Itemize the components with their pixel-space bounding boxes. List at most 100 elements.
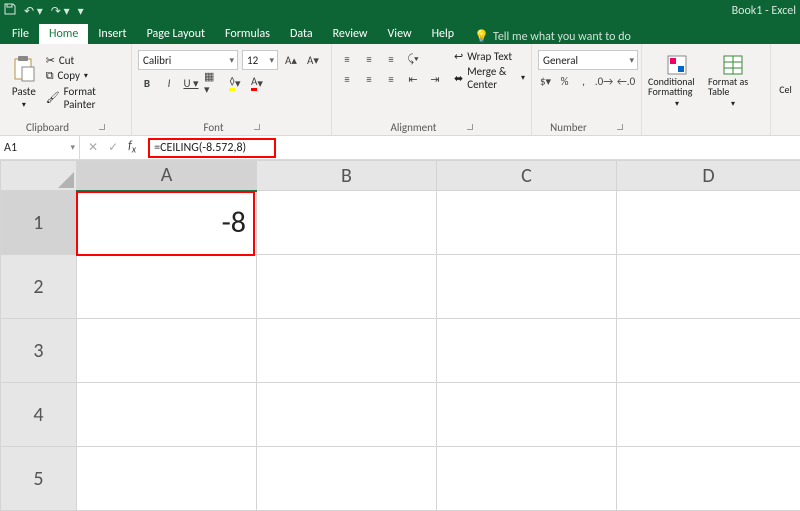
- tab-help[interactable]: Help: [422, 24, 465, 44]
- bold-button[interactable]: B: [138, 74, 156, 92]
- tab-page-layout[interactable]: Page Layout: [137, 24, 215, 44]
- cell-b3[interactable]: [257, 319, 437, 383]
- tab-home[interactable]: Home: [39, 24, 88, 44]
- col-header-c[interactable]: C: [437, 161, 617, 191]
- tab-review[interactable]: Review: [323, 24, 378, 44]
- formula-bar: A1 ✕ ✓ fx =CEILING(-8.572,8): [0, 136, 800, 160]
- format-as-table-button[interactable]: Format as Table ▾: [708, 46, 758, 118]
- align-bottom-icon[interactable]: ≡: [382, 50, 400, 68]
- cell-a5[interactable]: [77, 447, 257, 511]
- align-left-icon[interactable]: ≡: [338, 70, 356, 88]
- cell-c5[interactable]: [437, 447, 617, 511]
- cell-b4[interactable]: [257, 383, 437, 447]
- cell-a2[interactable]: [77, 255, 257, 319]
- tab-file[interactable]: File: [2, 24, 39, 44]
- group-clipboard: Paste ▾ ✂Cut ⧉Copy▾ 🖌Format Painter Clip…: [0, 44, 132, 135]
- cell-styles-partial[interactable]: Cel: [770, 44, 800, 135]
- conditional-formatting-button[interactable]: Conditional Formatting ▾: [648, 46, 706, 118]
- select-all-corner[interactable]: [1, 161, 77, 191]
- align-center-icon[interactable]: ≡: [360, 70, 378, 88]
- format-painter-button[interactable]: 🖌Format Painter: [46, 85, 125, 111]
- font-color-button[interactable]: A▾: [248, 74, 266, 92]
- tab-view[interactable]: View: [378, 24, 422, 44]
- launcher-icon[interactable]: [254, 124, 260, 130]
- cut-label: Cut: [59, 54, 74, 67]
- paste-icon: [12, 55, 36, 83]
- format-as-table-label: Format as Table: [708, 77, 758, 97]
- tell-me[interactable]: 💡 Tell me what you want to do: [474, 29, 631, 44]
- cell-b2[interactable]: [257, 255, 437, 319]
- cell-d1[interactable]: [617, 191, 800, 255]
- col-header-b[interactable]: B: [257, 161, 437, 191]
- align-right-icon[interactable]: ≡: [382, 70, 400, 88]
- name-box[interactable]: A1: [0, 136, 80, 159]
- cut-button[interactable]: ✂Cut: [46, 54, 125, 67]
- enter-icon[interactable]: ✓: [108, 140, 118, 155]
- formula-input[interactable]: =CEILING(-8.572,8): [144, 136, 800, 159]
- cell-b5[interactable]: [257, 447, 437, 511]
- launcher-icon[interactable]: [617, 124, 623, 130]
- redo-icon[interactable]: ↷ ▾: [51, 4, 70, 19]
- cell-c3[interactable]: [437, 319, 617, 383]
- cancel-icon[interactable]: ✕: [88, 140, 98, 155]
- launcher-icon[interactable]: [467, 124, 473, 130]
- increase-decimal-icon[interactable]: .0→: [595, 72, 613, 90]
- percent-icon[interactable]: %: [557, 72, 572, 90]
- copy-icon: ⧉: [46, 69, 54, 83]
- cell-c2[interactable]: [437, 255, 617, 319]
- cell-d2[interactable]: [617, 255, 800, 319]
- currency-icon[interactable]: $▾: [538, 72, 553, 90]
- tab-formulas[interactable]: Formulas: [215, 24, 280, 44]
- fill-color-button[interactable]: ◊▾: [226, 74, 244, 92]
- merge-center-button[interactable]: ⬌Merge & Center▾: [454, 65, 525, 91]
- align-top-icon[interactable]: ≡: [338, 50, 356, 68]
- row-header-4[interactable]: 4: [1, 383, 77, 447]
- cell-c4[interactable]: [437, 383, 617, 447]
- conditional-label: Conditional Formatting: [648, 77, 706, 97]
- increase-font-icon[interactable]: A▴: [282, 51, 300, 69]
- cell-b1[interactable]: [257, 191, 437, 255]
- cell-a1[interactable]: -8: [77, 191, 257, 255]
- row-header-5[interactable]: 5: [1, 447, 77, 511]
- font-family-dropdown[interactable]: Calibri: [138, 50, 238, 70]
- qat-customize-icon[interactable]: ▾: [78, 4, 84, 19]
- col-header-a[interactable]: A: [77, 161, 257, 191]
- decrease-font-icon[interactable]: A▾: [304, 51, 322, 69]
- cell-a4[interactable]: [77, 383, 257, 447]
- cell-d3[interactable]: [617, 319, 800, 383]
- launcher-icon[interactable]: [99, 124, 105, 130]
- decrease-decimal-icon[interactable]: ←.0: [617, 72, 635, 90]
- col-header-d[interactable]: D: [617, 161, 800, 191]
- bulb-icon: 💡: [474, 29, 489, 44]
- number-format-dropdown[interactable]: General: [538, 50, 638, 70]
- row-header-3[interactable]: 3: [1, 319, 77, 383]
- save-icon[interactable]: [4, 3, 16, 19]
- cell-d4[interactable]: [617, 383, 800, 447]
- underline-button[interactable]: U ▾: [182, 74, 200, 92]
- paste-button[interactable]: Paste ▾: [6, 46, 42, 118]
- row-header-2[interactable]: 2: [1, 255, 77, 319]
- fx-icon[interactable]: fx: [128, 139, 136, 155]
- orientation-icon[interactable]: ⤹▾: [404, 50, 422, 68]
- cell-d5[interactable]: [617, 447, 800, 511]
- group-styles: Conditional Formatting ▾ Format as Table…: [642, 44, 770, 135]
- indent-dec-icon[interactable]: ⇤: [404, 70, 422, 88]
- indent-inc-icon[interactable]: ⇥: [426, 70, 444, 88]
- spreadsheet-grid[interactable]: A B C D 1 -8 2 3 4 5: [0, 160, 800, 511]
- font-size-dropdown[interactable]: 12: [242, 50, 278, 70]
- copy-button[interactable]: ⧉Copy▾: [46, 69, 125, 83]
- border-button[interactable]: ▦ ▾: [204, 74, 222, 92]
- wrap-label: Wrap Text: [467, 50, 512, 63]
- undo-icon[interactable]: ↶ ▾: [24, 4, 43, 19]
- copy-label: Copy: [58, 69, 80, 82]
- tab-data[interactable]: Data: [280, 24, 323, 44]
- cell-c1[interactable]: [437, 191, 617, 255]
- row-header-1[interactable]: 1: [1, 191, 77, 255]
- tab-insert[interactable]: Insert: [88, 24, 136, 44]
- italic-button[interactable]: I: [160, 74, 178, 92]
- window-title: Book1 - Excel: [732, 4, 796, 18]
- wrap-text-button[interactable]: ↩Wrap Text: [454, 50, 525, 63]
- cell-a3[interactable]: [77, 319, 257, 383]
- comma-icon[interactable]: ,: [576, 72, 591, 90]
- align-middle-icon[interactable]: ≡: [360, 50, 378, 68]
